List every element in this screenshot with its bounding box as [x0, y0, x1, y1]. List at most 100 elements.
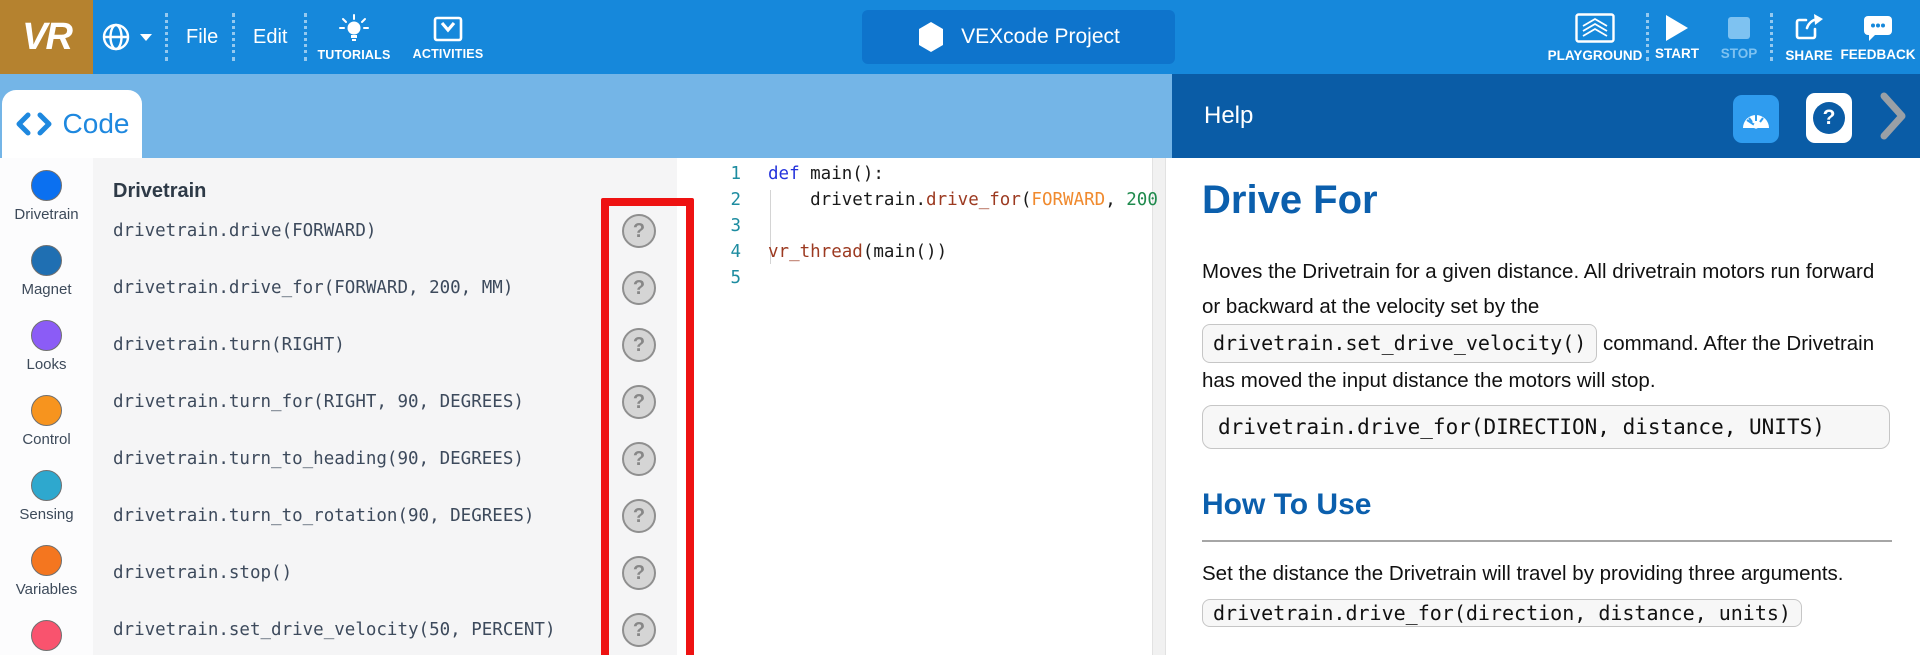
category-dot — [31, 170, 62, 201]
category-dot — [31, 470, 62, 501]
help-usage-text: Set the distance the Drivetrain will tra… — [1202, 562, 1892, 586]
help-panel-header: Help ? — [1172, 74, 1920, 158]
sidebar-item-variables[interactable]: Variables — [0, 545, 93, 598]
command-item[interactable]: drivetrain.turn_to_heading(90, DEGREES) — [113, 431, 524, 488]
divider — [1770, 13, 1773, 61]
help-section-heading: How To Use — [1202, 488, 1371, 522]
line-number: 1 — [717, 161, 741, 187]
command-help-button[interactable]: ? — [622, 556, 656, 590]
code-editor[interactable]: 1def main():2 drivetrain.drive_for(FORWA… — [677, 158, 1172, 655]
playground-button[interactable]: PLAYGROUND — [1545, 6, 1645, 70]
lightbulb-icon — [337, 14, 371, 44]
vexcode-vr-app: VR File Edit — [0, 0, 1920, 655]
hexagon-icon — [917, 21, 945, 53]
help-heading: Drive For — [1202, 178, 1378, 223]
code-line: vr_thread(main()) — [768, 239, 947, 265]
help-panel-body[interactable]: Drive For Moves the Drivetrain for a giv… — [1172, 158, 1920, 655]
sidebar-item-extra[interactable] — [0, 620, 93, 655]
category-label: Magnet — [21, 281, 71, 298]
start-icon — [1666, 15, 1688, 41]
collapse-panel-chevron[interactable] — [1878, 88, 1908, 144]
tutorials-button[interactable]: TUTORIALS — [306, 6, 402, 70]
command-help-button[interactable]: ? — [622, 328, 656, 362]
start-label: START — [1655, 46, 1699, 61]
question-mark-icon: ? — [1813, 102, 1845, 134]
language-menu[interactable] — [100, 0, 153, 74]
sidebar-item-looks[interactable]: Looks — [0, 320, 93, 373]
sidebar-item-sensing[interactable]: Sensing — [0, 470, 93, 523]
editor-scrollbar[interactable] — [1152, 158, 1166, 655]
command-item[interactable]: drivetrain.set_drive_velocity(50, PERCEN… — [113, 602, 556, 655]
sidebar-item-magnet[interactable]: Magnet — [0, 245, 93, 298]
command-item[interactable]: drivetrain.turn(RIGHT) — [113, 317, 345, 374]
stop-label: STOP — [1721, 46, 1758, 61]
help-panel-title: Help — [1204, 102, 1253, 130]
command-group-header: Drivetrain — [113, 180, 206, 203]
divider — [232, 13, 235, 61]
help-code-block: drivetrain.drive_for(DIRECTION, distance… — [1202, 405, 1890, 449]
category-label: Looks — [26, 356, 66, 373]
line-number: 5 — [717, 265, 741, 291]
category-dot — [31, 320, 62, 351]
globe-icon — [100, 21, 132, 53]
activities-button[interactable]: ACTIVITIES — [400, 6, 496, 70]
help-paragraph: Moves the Drivetrain for a given distanc… — [1202, 254, 1892, 398]
category-sidebar: Drivetrain Magnet Looks Control Sensing Varia… — [0, 158, 93, 655]
category-label: Sensing — [19, 506, 73, 523]
tab-code[interactable]: Code — [2, 90, 142, 158]
category-label: Variables — [16, 581, 77, 598]
gauge-icon — [1740, 107, 1772, 131]
section-divider — [1202, 540, 1892, 542]
command-help-button[interactable]: ? — [622, 613, 656, 647]
command-help-button[interactable]: ? — [622, 271, 656, 305]
file-menu[interactable]: File — [186, 0, 218, 74]
top-app-bar: VR File Edit — [0, 0, 1920, 74]
project-name-label: VEXcode Project — [961, 25, 1120, 49]
feedback-button[interactable]: FEEDBACK — [1842, 6, 1914, 70]
share-icon — [1794, 13, 1824, 43]
line-number: 3 — [717, 213, 741, 239]
feedback-icon — [1862, 14, 1894, 42]
command-list-panel: Drivetrain drivetrain.drive(FORWARD)? dri… — [93, 158, 677, 655]
tab-code-label: Code — [63, 108, 130, 140]
activities-label: ACTIVITIES — [413, 47, 484, 61]
command-item[interactable]: drivetrain.stop() — [113, 545, 292, 602]
inline-code: drivetrain.set_drive_velocity() — [1202, 324, 1597, 363]
edit-menu[interactable]: Edit — [253, 0, 287, 74]
playground-icon — [1575, 13, 1615, 43]
command-help-button[interactable]: ? — [622, 499, 656, 533]
category-label: Drivetrain — [14, 206, 78, 223]
sidebar-item-drivetrain[interactable]: Drivetrain — [0, 170, 93, 223]
stop-button[interactable]: STOP — [1712, 6, 1766, 70]
feedback-label: FEEDBACK — [1841, 47, 1916, 62]
category-label: Control — [22, 431, 70, 448]
category-dot — [31, 245, 62, 276]
command-help-button[interactable]: ? — [622, 385, 656, 419]
command-help-button[interactable]: ? — [622, 214, 656, 248]
help-usage-code: drivetrain.drive_for(direction, distance… — [1202, 599, 1802, 627]
share-button[interactable]: SHARE — [1778, 6, 1840, 70]
command-item[interactable]: drivetrain.drive(FORWARD) — [113, 203, 376, 260]
start-button[interactable]: START — [1650, 6, 1704, 70]
vr-logo: VR — [0, 0, 93, 74]
dashboard-button[interactable] — [1733, 95, 1779, 143]
activities-icon — [433, 15, 463, 43]
chevron-down-icon — [139, 32, 153, 42]
code-line: drivetrain.drive_for(FORWARD, 200 — [768, 187, 1158, 213]
divider — [1646, 13, 1649, 61]
project-name-button[interactable]: VEXcode Project — [862, 10, 1175, 64]
share-label: SHARE — [1785, 48, 1832, 63]
code-brackets-icon — [15, 112, 53, 136]
workspace-tab-bar: Code — [0, 74, 1172, 158]
command-help-button[interactable]: ? — [622, 442, 656, 476]
command-item[interactable]: drivetrain.turn_for(RIGHT, 90, DEGREES) — [113, 374, 524, 431]
category-dot — [31, 545, 62, 576]
playground-label: PLAYGROUND — [1548, 48, 1643, 63]
command-item[interactable]: drivetrain.turn_to_rotation(90, DEGREES) — [113, 488, 534, 545]
command-item[interactable]: drivetrain.drive_for(FORWARD, 200, MM) — [113, 260, 513, 317]
category-dot — [31, 620, 62, 651]
code-line: def main(): — [768, 161, 884, 187]
tutorials-label: TUTORIALS — [317, 48, 390, 62]
sidebar-item-control[interactable]: Control — [0, 395, 93, 448]
help-toggle-button[interactable]: ? — [1806, 93, 1852, 143]
